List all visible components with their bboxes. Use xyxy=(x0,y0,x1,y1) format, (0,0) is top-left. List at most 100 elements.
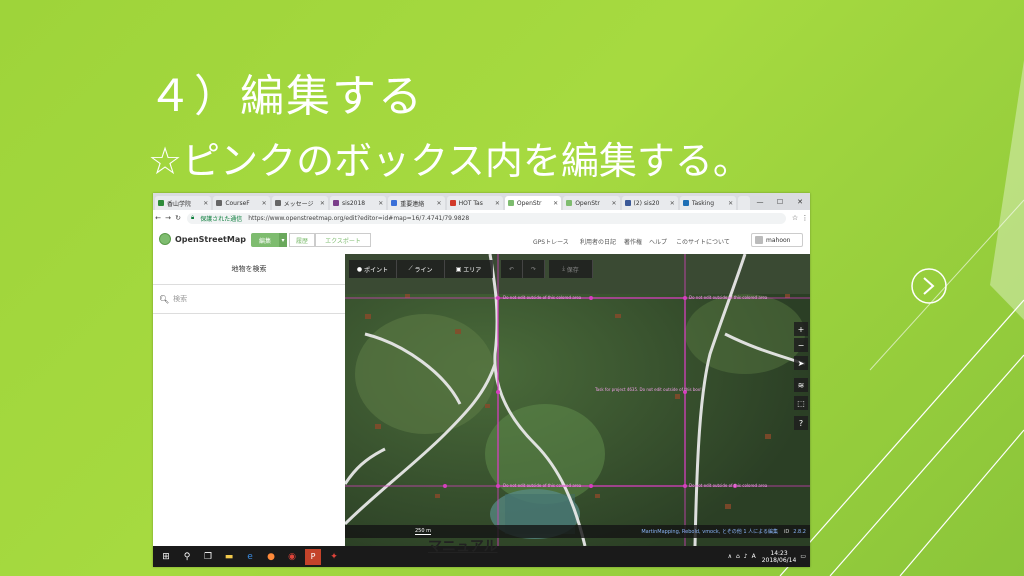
file-explorer-icon[interactable]: ▬ xyxy=(221,549,237,565)
background-button[interactable]: ≋ xyxy=(794,378,808,392)
redo-button[interactable]: ↷ xyxy=(523,260,545,278)
browser-tab[interactable]: CourseF ✕ xyxy=(213,196,270,210)
nav-help[interactable]: ヘルプ xyxy=(649,237,667,246)
ime-indicator[interactable]: A xyxy=(752,553,756,560)
help-button[interactable]: ? xyxy=(794,416,808,430)
tab-favicon-icon xyxy=(566,200,573,206)
search-icon: 🔍︎ xyxy=(159,294,170,304)
edge-icon[interactable]: e xyxy=(242,549,258,565)
maximize-icon[interactable]: ☐ xyxy=(770,198,790,206)
clock[interactable]: 14:23 2018/06/14 xyxy=(762,550,797,564)
export-button[interactable]: エクスポート xyxy=(315,233,371,247)
zoom-out-button[interactable]: − xyxy=(794,338,808,352)
tab-label: OpenStr xyxy=(516,199,542,207)
menu-icon[interactable]: ⋮ xyxy=(800,214,810,222)
browser-tab[interactable]: OpenStr ✕ xyxy=(563,196,620,210)
add-area-button[interactable]: ▣ エリア xyxy=(445,260,493,278)
geolocate-button[interactable]: ➤ xyxy=(794,356,808,370)
tab-close-icon[interactable]: ✕ xyxy=(262,200,267,207)
minimize-icon[interactable]: — xyxy=(750,198,770,206)
start-icon[interactable]: ⊞ xyxy=(158,549,174,565)
box-label-center: Task for project 4635. Do not edit outsi… xyxy=(595,387,702,392)
area-icon: ▣ xyxy=(455,265,464,273)
map-footer: 250 m MartinMapping, Rebold, vmock, とその他… xyxy=(345,525,810,538)
editor-label: iD xyxy=(784,528,790,535)
avatar xyxy=(755,236,763,244)
zoom-in-button[interactable]: + xyxy=(794,322,808,336)
system-tray: ∧ ⌂ ♪ A 14:23 2018/06/14 ▭ xyxy=(724,550,806,564)
nav-copyright[interactable]: 著作権 xyxy=(624,237,642,246)
tab-close-icon[interactable]: ✕ xyxy=(378,200,383,207)
address-bar: ← → ↻ 🔒︎ 保護された通信 https://www.openstreetm… xyxy=(153,210,810,227)
tab-close-icon[interactable]: ✕ xyxy=(611,200,616,207)
slide-title: ４）編集する xyxy=(148,71,424,122)
tab-close-icon[interactable]: ✕ xyxy=(495,200,500,207)
notification-icon[interactable]: ▭ xyxy=(800,553,806,560)
history-button[interactable]: 履歴 xyxy=(289,233,315,247)
sidebar-heading: 地物を検索 xyxy=(153,254,345,285)
reload-icon[interactable]: ↻ xyxy=(173,214,183,222)
tab-close-icon[interactable]: ✕ xyxy=(320,200,325,207)
acrobat-icon[interactable]: ✦ xyxy=(326,549,342,565)
tab-favicon-icon xyxy=(682,200,689,206)
new-tab-button[interactable] xyxy=(738,196,750,210)
secure-label: 保護された通信 xyxy=(200,215,243,223)
chrome-icon[interactable]: ◉ xyxy=(284,549,300,565)
browser-tab[interactable]: Tasking ✕ xyxy=(679,196,737,210)
save-button[interactable]: ⤓ 保存 xyxy=(549,260,593,278)
tab-close-icon[interactable]: ✕ xyxy=(728,200,733,207)
url-field[interactable]: 🔒︎ 保護された通信 https://www.openstreetmap.org… xyxy=(187,212,786,224)
tab-favicon-icon xyxy=(391,200,398,206)
add-line-button[interactable]: ⟋ ライン xyxy=(397,260,445,278)
browser-tab[interactable]: sis2018 ✕ xyxy=(329,196,387,210)
nav-about[interactable]: このサイトについて xyxy=(676,237,730,246)
undo-button[interactable]: ↶ xyxy=(501,260,523,278)
user-menu[interactable]: mahoon xyxy=(751,233,803,247)
undo-icon: ↶ xyxy=(508,265,515,273)
back-icon[interactable]: ← xyxy=(153,214,163,222)
network-icon[interactable]: ⌂ xyxy=(736,553,740,560)
powerpoint-icon[interactable]: P xyxy=(305,548,321,565)
firefox-icon[interactable]: ● xyxy=(263,549,279,565)
tray-up-icon[interactable]: ∧ xyxy=(728,553,732,560)
tab-label: HOT Tas xyxy=(458,199,483,207)
clock-date: 2018/06/14 xyxy=(761,556,797,564)
tab-close-icon[interactable]: ✕ xyxy=(437,200,442,207)
osm-header: OpenStreetMap 編集 ▾ 履歴 エクスポート GPSトレース 利用者… xyxy=(153,226,810,255)
map-data-button[interactable]: ⬚ xyxy=(794,396,808,410)
close-window-icon[interactable]: ✕ xyxy=(790,198,810,206)
tab-favicon-icon xyxy=(449,200,456,206)
tab-close-icon[interactable]: ✕ xyxy=(670,200,675,207)
edit-button[interactable]: 編集 xyxy=(251,233,279,247)
tab-label: CourseF xyxy=(225,199,250,207)
search-input[interactable]: 🔍︎ 検索 xyxy=(153,285,345,314)
browser-tab[interactable]: 香山学院 ✕ xyxy=(155,196,212,210)
browser-tab[interactable]: HOT Tas ✕ xyxy=(446,196,503,210)
nav-user-diaries[interactable]: 利用者の日記 xyxy=(580,237,616,246)
box-label-top-right: Do not edit outside of this colored area xyxy=(689,295,768,300)
tab-favicon-icon xyxy=(507,200,514,206)
browser-tab[interactable]: (2) sis20 ✕ xyxy=(621,196,678,210)
tab-favicon-icon xyxy=(274,200,281,206)
tab-close-icon[interactable]: ✕ xyxy=(553,200,558,207)
browser-tab[interactable]: OpenStr ✕ xyxy=(504,196,562,210)
attribution[interactable]: MartinMapping, Rebold, vmock, とその他 1 人によ… xyxy=(641,528,778,535)
forward-icon[interactable]: → xyxy=(163,214,173,222)
browser-tab[interactable]: 重要連絡 ✕ xyxy=(388,196,445,210)
add-point-button[interactable]: ● ポイント xyxy=(349,260,397,278)
edit-dropdown-icon[interactable]: ▾ xyxy=(279,233,287,247)
tab-close-icon[interactable]: ✕ xyxy=(203,200,208,207)
star-icon[interactable]: ☆ xyxy=(790,214,800,222)
volume-icon[interactable]: ♪ xyxy=(744,553,748,560)
tab-label: メッセージ xyxy=(283,200,314,208)
url-text: https://www.openstreetmap.org/edit?edito… xyxy=(248,214,470,222)
osm-logo[interactable]: OpenStreetMap xyxy=(159,233,246,245)
nav-gps-traces[interactable]: GPSトレース xyxy=(533,237,569,246)
osm-logo-text: OpenStreetMap xyxy=(175,234,246,244)
search-taskbar-icon[interactable]: ⚲ xyxy=(179,549,195,565)
map-canvas[interactable]: Do not edit outside of this colored area… xyxy=(345,254,810,546)
task-view-icon[interactable]: ❐ xyxy=(200,549,216,565)
browser-tab[interactable]: メッセージ ✕ xyxy=(271,196,328,210)
version-link[interactable]: 2.8.2 xyxy=(793,529,806,535)
edit-toolbar: ● ポイント ⟋ ライン ▣ エリア ↶ ↷ ⤓ 保存 xyxy=(349,260,593,278)
